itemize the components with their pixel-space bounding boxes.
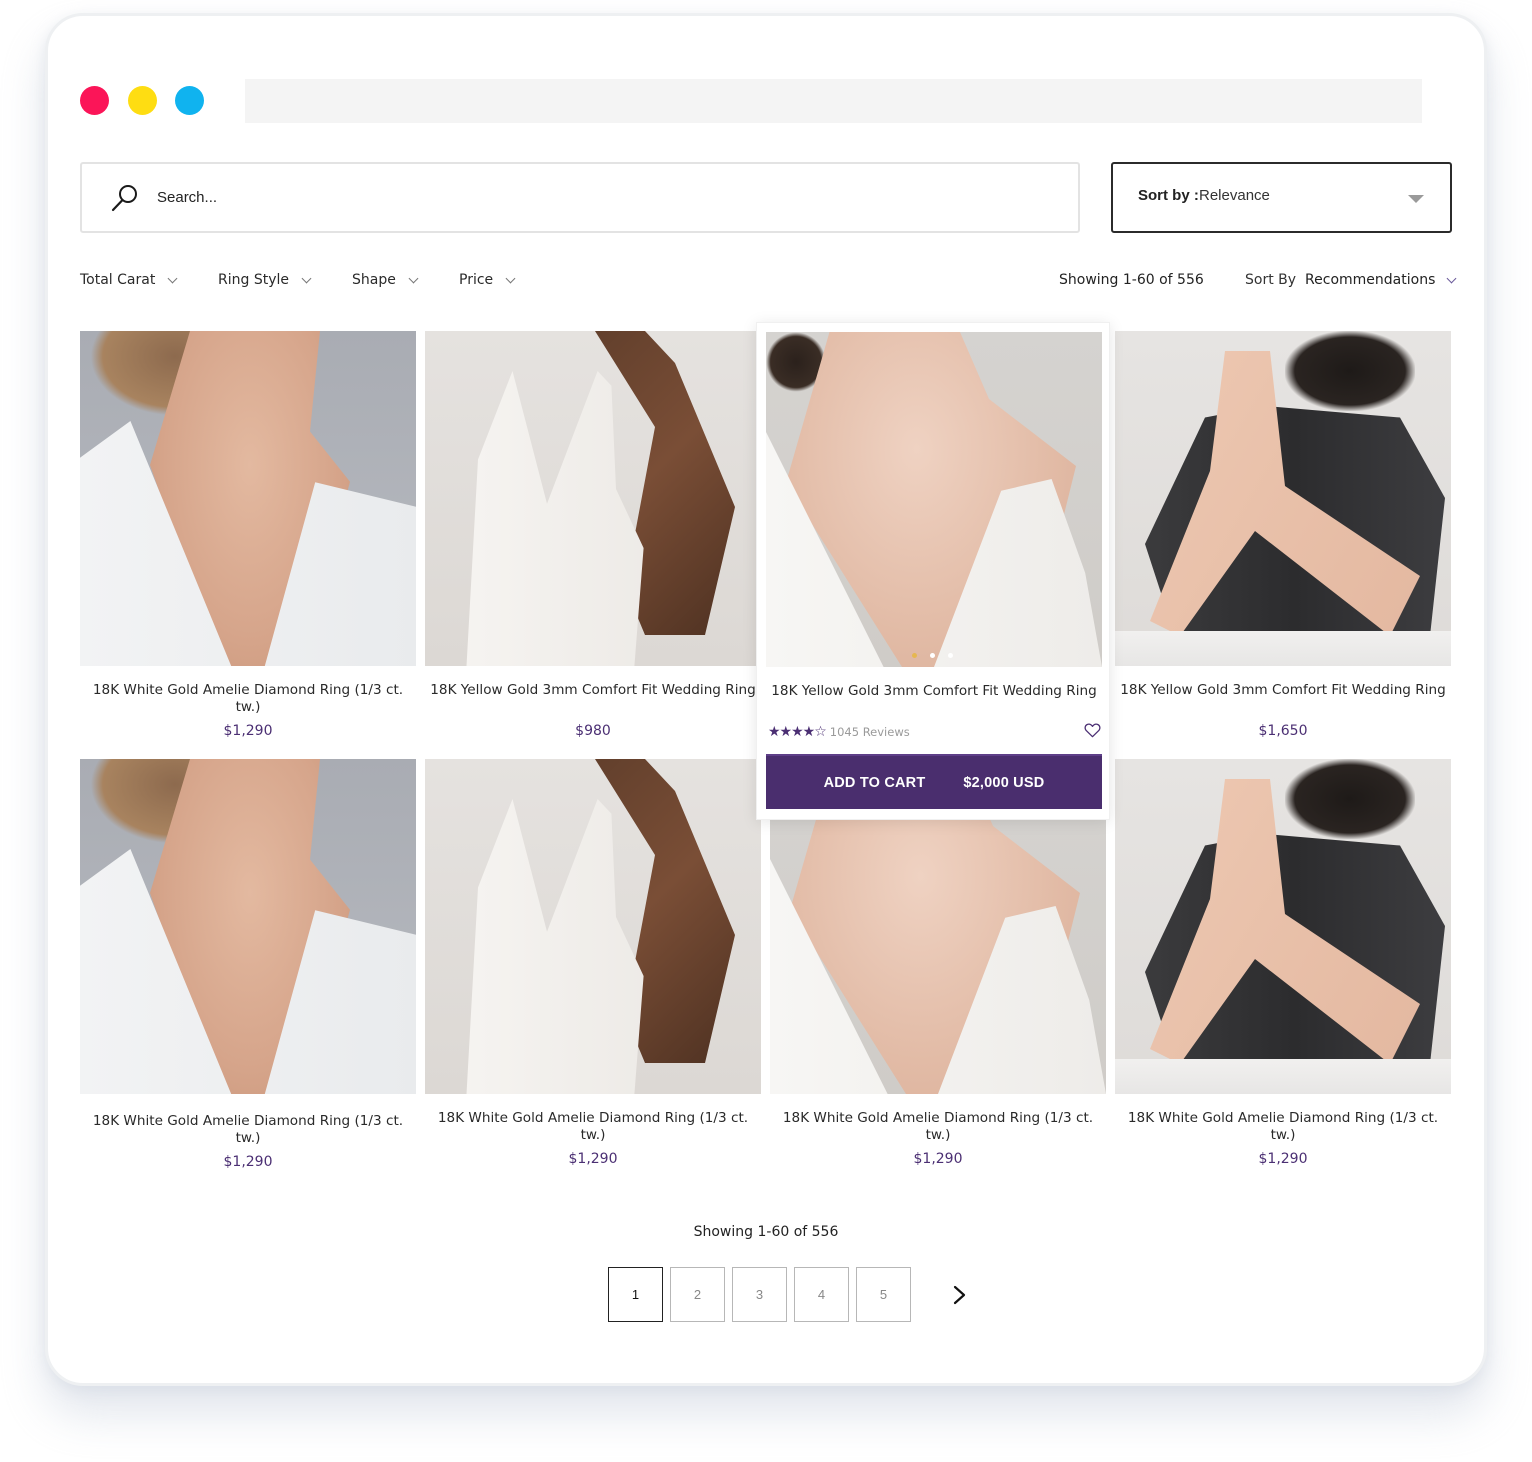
image-carousel-dots xyxy=(912,653,953,658)
filter-ring-style[interactable]: Ring Style xyxy=(218,272,312,288)
filter-label: Ring Style xyxy=(218,272,289,288)
page-button-5[interactable]: 5 xyxy=(856,1267,911,1322)
review-count[interactable]: 1045 Reviews xyxy=(830,725,910,739)
product-card-featured[interactable]: 18K Yellow Gold 3mm Comfort Fit Wedding … xyxy=(756,322,1110,820)
product-image[interactable] xyxy=(1115,759,1451,1094)
product-title[interactable]: 18K White Gold Amelie Diamond Ring (1/3 … xyxy=(770,1110,1106,1144)
search-box[interactable] xyxy=(80,162,1080,233)
star-rating-icon: ★★★★☆ xyxy=(768,724,827,740)
carousel-dot[interactable] xyxy=(948,653,953,658)
product-title[interactable]: 18K Yellow Gold 3mm Comfort Fit Wedding … xyxy=(766,683,1102,700)
sort-by-recommendations[interactable]: Sort By Recommendations xyxy=(1245,272,1457,288)
product-image[interactable] xyxy=(425,759,761,1094)
address-bar[interactable] xyxy=(245,79,1422,123)
sort-by-label: Sort By xyxy=(1245,272,1297,288)
chevron-down-icon xyxy=(505,273,516,283)
chevron-down-icon xyxy=(167,273,178,283)
add-to-cart-label: ADD TO CART xyxy=(823,774,926,791)
product-title[interactable]: 18K White Gold Amelie Diamond Ring (1/3 … xyxy=(80,682,416,716)
product-price: $1,650 xyxy=(1258,723,1308,739)
chevron-down-icon xyxy=(1446,273,1457,283)
page-button-3[interactable]: 3 xyxy=(732,1267,787,1322)
chevron-down-icon xyxy=(301,273,312,283)
results-count: Showing 1-60 of 556 xyxy=(1059,272,1204,288)
search-input[interactable] xyxy=(157,164,1037,231)
product-price: $1,290 xyxy=(223,723,273,739)
product-image[interactable] xyxy=(80,331,416,666)
product-price: $1,290 xyxy=(223,1154,273,1170)
product-rating: ★★★★☆ 1045 Reviews xyxy=(768,724,910,740)
add-to-cart-button[interactable]: ADD TO CART $2,000 USD xyxy=(766,754,1102,809)
add-to-cart-price: $2,000 USD xyxy=(963,774,1045,791)
filter-total-carat[interactable]: Total Carat xyxy=(80,272,178,288)
page-button-2[interactable]: 2 xyxy=(670,1267,725,1322)
product-image[interactable] xyxy=(766,332,1102,667)
window-minimize-button[interactable] xyxy=(128,86,157,115)
product-price: $1,290 xyxy=(913,1151,963,1167)
product-title[interactable]: 18K White Gold Amelie Diamond Ring (1/3 … xyxy=(80,1113,416,1147)
filter-label: Price xyxy=(459,272,494,288)
carousel-dot[interactable] xyxy=(930,653,935,658)
sort-by-label: Sort by : xyxy=(1138,187,1199,204)
pagination-results-count: Showing 1-60 of 556 xyxy=(693,1224,839,1240)
carousel-dot[interactable] xyxy=(912,653,917,658)
filter-label: Shape xyxy=(352,272,396,288)
chevron-right-icon[interactable] xyxy=(948,1284,970,1306)
product-title[interactable]: 18K Yellow Gold 3mm Comfort Fit Wedding … xyxy=(425,682,761,699)
product-title[interactable]: 18K White Gold Amelie Diamond Ring (1/3 … xyxy=(1115,1110,1451,1144)
filter-price[interactable]: Price xyxy=(459,272,516,288)
product-title[interactable]: 18K White Gold Amelie Diamond Ring (1/3 … xyxy=(425,1110,761,1144)
page-button-4[interactable]: 4 xyxy=(794,1267,849,1322)
product-price: $1,290 xyxy=(1258,1151,1308,1167)
product-price: $1,290 xyxy=(568,1151,618,1167)
product-title[interactable]: 18K Yellow Gold 3mm Comfort Fit Wedding … xyxy=(1115,682,1451,699)
product-image[interactable] xyxy=(80,759,416,1094)
window-close-button[interactable] xyxy=(80,86,109,115)
filter-label: Total Carat xyxy=(80,272,156,288)
page-button-1[interactable]: 1 xyxy=(608,1267,663,1322)
product-image[interactable] xyxy=(1115,331,1451,666)
search-icon xyxy=(111,185,137,212)
chevron-down-icon xyxy=(408,273,419,283)
window-maximize-button[interactable] xyxy=(175,86,204,115)
product-price: $980 xyxy=(575,723,611,739)
pagination: 1 2 3 4 5 xyxy=(608,1267,970,1322)
heart-icon[interactable] xyxy=(1084,722,1101,738)
sort-by-value: Recommendations xyxy=(1305,272,1436,288)
sort-by-value: Relevance xyxy=(1199,187,1270,204)
sort-by-dropdown[interactable]: Sort by : Relevance xyxy=(1111,162,1452,233)
product-image[interactable] xyxy=(425,331,761,666)
filter-shape[interactable]: Shape xyxy=(352,272,419,288)
caret-down-icon xyxy=(1408,195,1424,203)
